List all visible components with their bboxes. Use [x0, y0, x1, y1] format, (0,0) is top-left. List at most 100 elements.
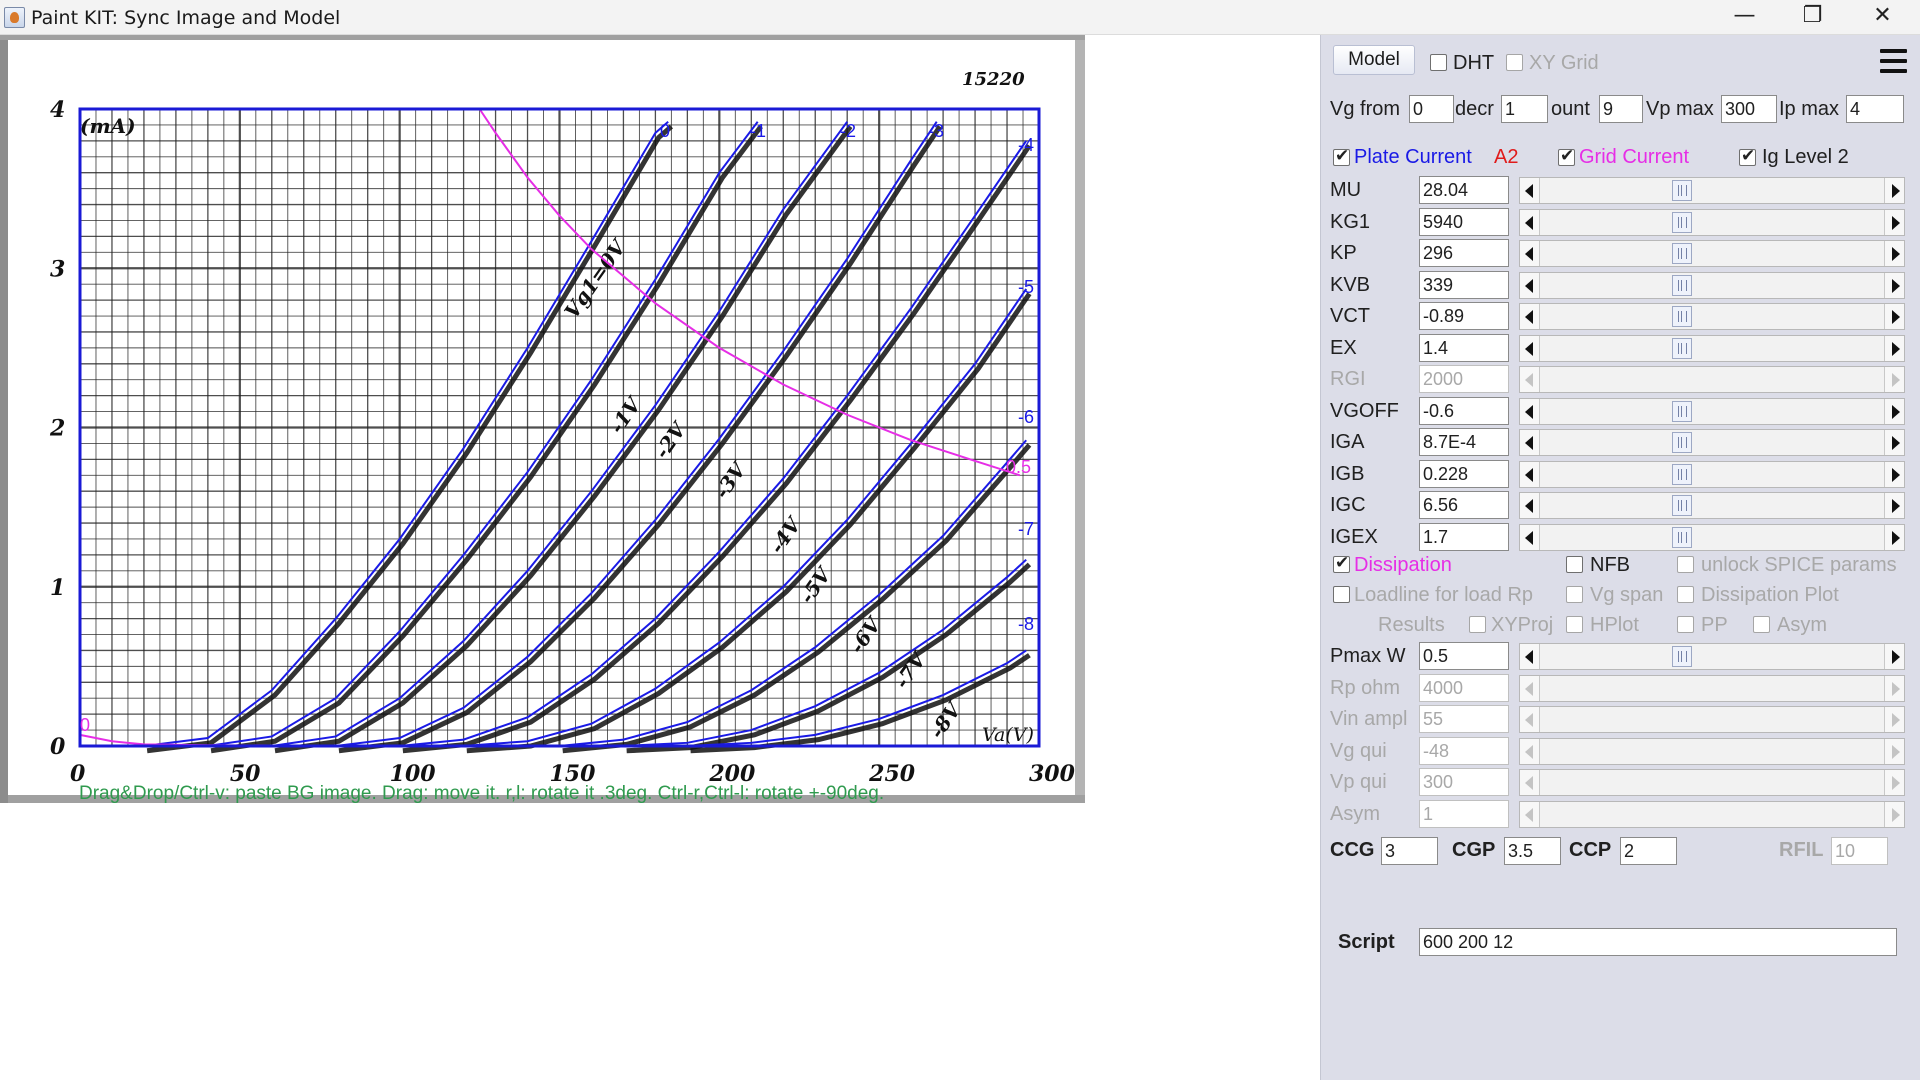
xy-grid-checkbox[interactable] [1506, 54, 1523, 71]
param-field-rp-ohm[interactable]: 4000 [1419, 673, 1509, 702]
ip-max-field[interactable]: 4 [1846, 95, 1904, 123]
vg-from-field[interactable]: 0 [1409, 95, 1454, 123]
param-field-igb[interactable]: 0.228 [1419, 459, 1509, 488]
param-slider-rp-ohm[interactable] [1519, 674, 1905, 702]
cgp-field[interactable]: 3.5 [1504, 837, 1561, 865]
param-field-kg1[interactable]: 5940 [1419, 207, 1509, 236]
param-field-kvb[interactable]: 339 [1419, 270, 1509, 299]
param-field-asym[interactable]: 1 [1419, 799, 1509, 828]
nfb-checkbox[interactable] [1566, 556, 1583, 573]
scroll-left-arrow-icon[interactable] [1520, 675, 1540, 701]
scroll-left-arrow-icon[interactable] [1520, 644, 1540, 669]
xyproj-checkbox[interactable] [1469, 616, 1486, 633]
scroll-right-arrow-icon[interactable] [1884, 272, 1904, 298]
scroll-right-arrow-icon[interactable] [1884, 493, 1904, 518]
plate-current-checkbox[interactable] [1333, 146, 1350, 166]
model-button[interactable]: Model [1333, 45, 1415, 75]
scroll-right-arrow-icon[interactable] [1884, 770, 1904, 795]
param-slider-ex[interactable] [1519, 334, 1905, 362]
grid-current-checkbox[interactable] [1558, 146, 1575, 166]
scroll-right-arrow-icon[interactable] [1884, 398, 1904, 424]
pp-checkbox[interactable] [1677, 616, 1694, 633]
param-slider-kp[interactable] [1519, 240, 1905, 267]
vg-span-checkbox[interactable] [1566, 586, 1583, 603]
scroll-right-arrow-icon[interactable] [1884, 461, 1904, 487]
param-slider-kvb[interactable] [1519, 271, 1905, 299]
param-slider-rgi[interactable] [1519, 366, 1905, 393]
scroll-left-arrow-icon[interactable] [1520, 770, 1540, 795]
param-field-igex[interactable]: 1.7 [1419, 522, 1509, 551]
ccg-field[interactable]: 3 [1381, 837, 1438, 865]
param-field-igc[interactable]: 6.56 [1419, 491, 1509, 519]
scroll-left-arrow-icon[interactable] [1520, 801, 1540, 827]
scroll-left-arrow-icon[interactable] [1520, 738, 1540, 764]
dissipation-checkbox[interactable] [1333, 553, 1350, 573]
slider-thumb[interactable] [1672, 495, 1692, 516]
param-slider-vin-ampl[interactable] [1519, 706, 1905, 733]
close-button[interactable]: ✕ [1854, 0, 1911, 34]
param-slider-igb[interactable] [1519, 460, 1905, 488]
param-slider-vg-qui[interactable] [1519, 737, 1905, 765]
background-datasheet-image[interactable]: 0 50 100 150 200 250 300 0 1 2 3 4 15220 (mA) Va(V) Vg1… [0, 35, 1085, 803]
param-slider-kg1[interactable] [1519, 208, 1905, 236]
param-field-vgoff[interactable]: -0.6 [1419, 396, 1509, 425]
unlock-spice-checkbox[interactable] [1677, 556, 1694, 573]
dht-checkbox[interactable] [1430, 54, 1447, 71]
param-field-vg-qui[interactable]: -48 [1419, 736, 1509, 765]
param-field-vin-ampl[interactable]: 55 [1419, 705, 1509, 733]
scroll-right-arrow-icon[interactable] [1884, 644, 1904, 669]
param-slider-vgoff[interactable] [1519, 397, 1905, 425]
slider-thumb[interactable] [1672, 526, 1692, 548]
scroll-left-arrow-icon[interactable] [1520, 493, 1540, 518]
slider-thumb[interactable] [1672, 646, 1692, 667]
script-field[interactable]: 600 200 12 [1419, 928, 1897, 956]
scroll-left-arrow-icon[interactable] [1520, 335, 1540, 361]
param-field-vp-qui[interactable]: 300 [1419, 768, 1509, 796]
count-field[interactable]: 9 [1599, 95, 1643, 123]
param-field-vct[interactable]: -0.89 [1419, 302, 1509, 330]
param-slider-vp-qui[interactable] [1519, 769, 1905, 796]
scroll-left-arrow-icon[interactable] [1520, 272, 1540, 298]
param-field-pmax-w[interactable]: 0.5 [1419, 642, 1509, 670]
plot-canvas[interactable]: 0 50 100 150 200 250 300 0 1 2 3 4 15220 (mA) Va(V) Vg1… [0, 35, 1320, 1080]
scroll-right-arrow-icon[interactable] [1884, 209, 1904, 235]
scroll-right-arrow-icon[interactable] [1884, 738, 1904, 764]
param-field-ex[interactable]: 1.4 [1419, 333, 1509, 362]
scroll-left-arrow-icon[interactable] [1520, 304, 1540, 329]
scroll-right-arrow-icon[interactable] [1884, 430, 1904, 455]
scroll-left-arrow-icon[interactable] [1520, 209, 1540, 235]
ccp-field[interactable]: 2 [1620, 837, 1677, 865]
menu-icon[interactable] [1880, 49, 1907, 75]
scroll-left-arrow-icon[interactable] [1520, 367, 1540, 392]
loadline-checkbox[interactable] [1333, 586, 1350, 603]
restore-button[interactable]: ❐ [1784, 0, 1841, 34]
param-field-mu[interactable]: 28.04 [1419, 176, 1509, 204]
scroll-left-arrow-icon[interactable] [1520, 430, 1540, 455]
scroll-left-arrow-icon[interactable] [1520, 178, 1540, 203]
slider-thumb[interactable] [1672, 180, 1692, 201]
rfil-field[interactable]: 10 [1831, 837, 1888, 865]
param-slider-igc[interactable] [1519, 492, 1905, 519]
scroll-right-arrow-icon[interactable] [1884, 178, 1904, 203]
slider-thumb[interactable] [1672, 243, 1692, 264]
scroll-right-arrow-icon[interactable] [1884, 335, 1904, 361]
param-field-iga[interactable]: 8.7E-4 [1419, 428, 1509, 456]
param-slider-vct[interactable] [1519, 303, 1905, 330]
vp-max-field[interactable]: 300 [1721, 95, 1777, 123]
scroll-left-arrow-icon[interactable] [1520, 524, 1540, 550]
slider-thumb[interactable] [1672, 274, 1692, 296]
plate-curves-chart[interactable]: 0 50 100 150 200 250 3000123415220(mA)Va(V)Vg1… [0, 35, 1085, 803]
scroll-right-arrow-icon[interactable] [1884, 367, 1904, 392]
ig-level2-checkbox[interactable] [1739, 146, 1756, 166]
param-field-rgi[interactable]: 2000 [1419, 365, 1509, 393]
decr-field[interactable]: 1 [1501, 95, 1548, 123]
scroll-right-arrow-icon[interactable] [1884, 707, 1904, 732]
scroll-right-arrow-icon[interactable] [1884, 801, 1904, 827]
slider-thumb[interactable] [1672, 400, 1692, 422]
scroll-left-arrow-icon[interactable] [1520, 461, 1540, 487]
param-slider-asym[interactable] [1519, 800, 1905, 828]
slider-thumb[interactable] [1672, 337, 1692, 359]
scroll-left-arrow-icon[interactable] [1520, 707, 1540, 732]
hplot-checkbox[interactable] [1566, 616, 1583, 633]
param-slider-mu[interactable] [1519, 177, 1905, 204]
